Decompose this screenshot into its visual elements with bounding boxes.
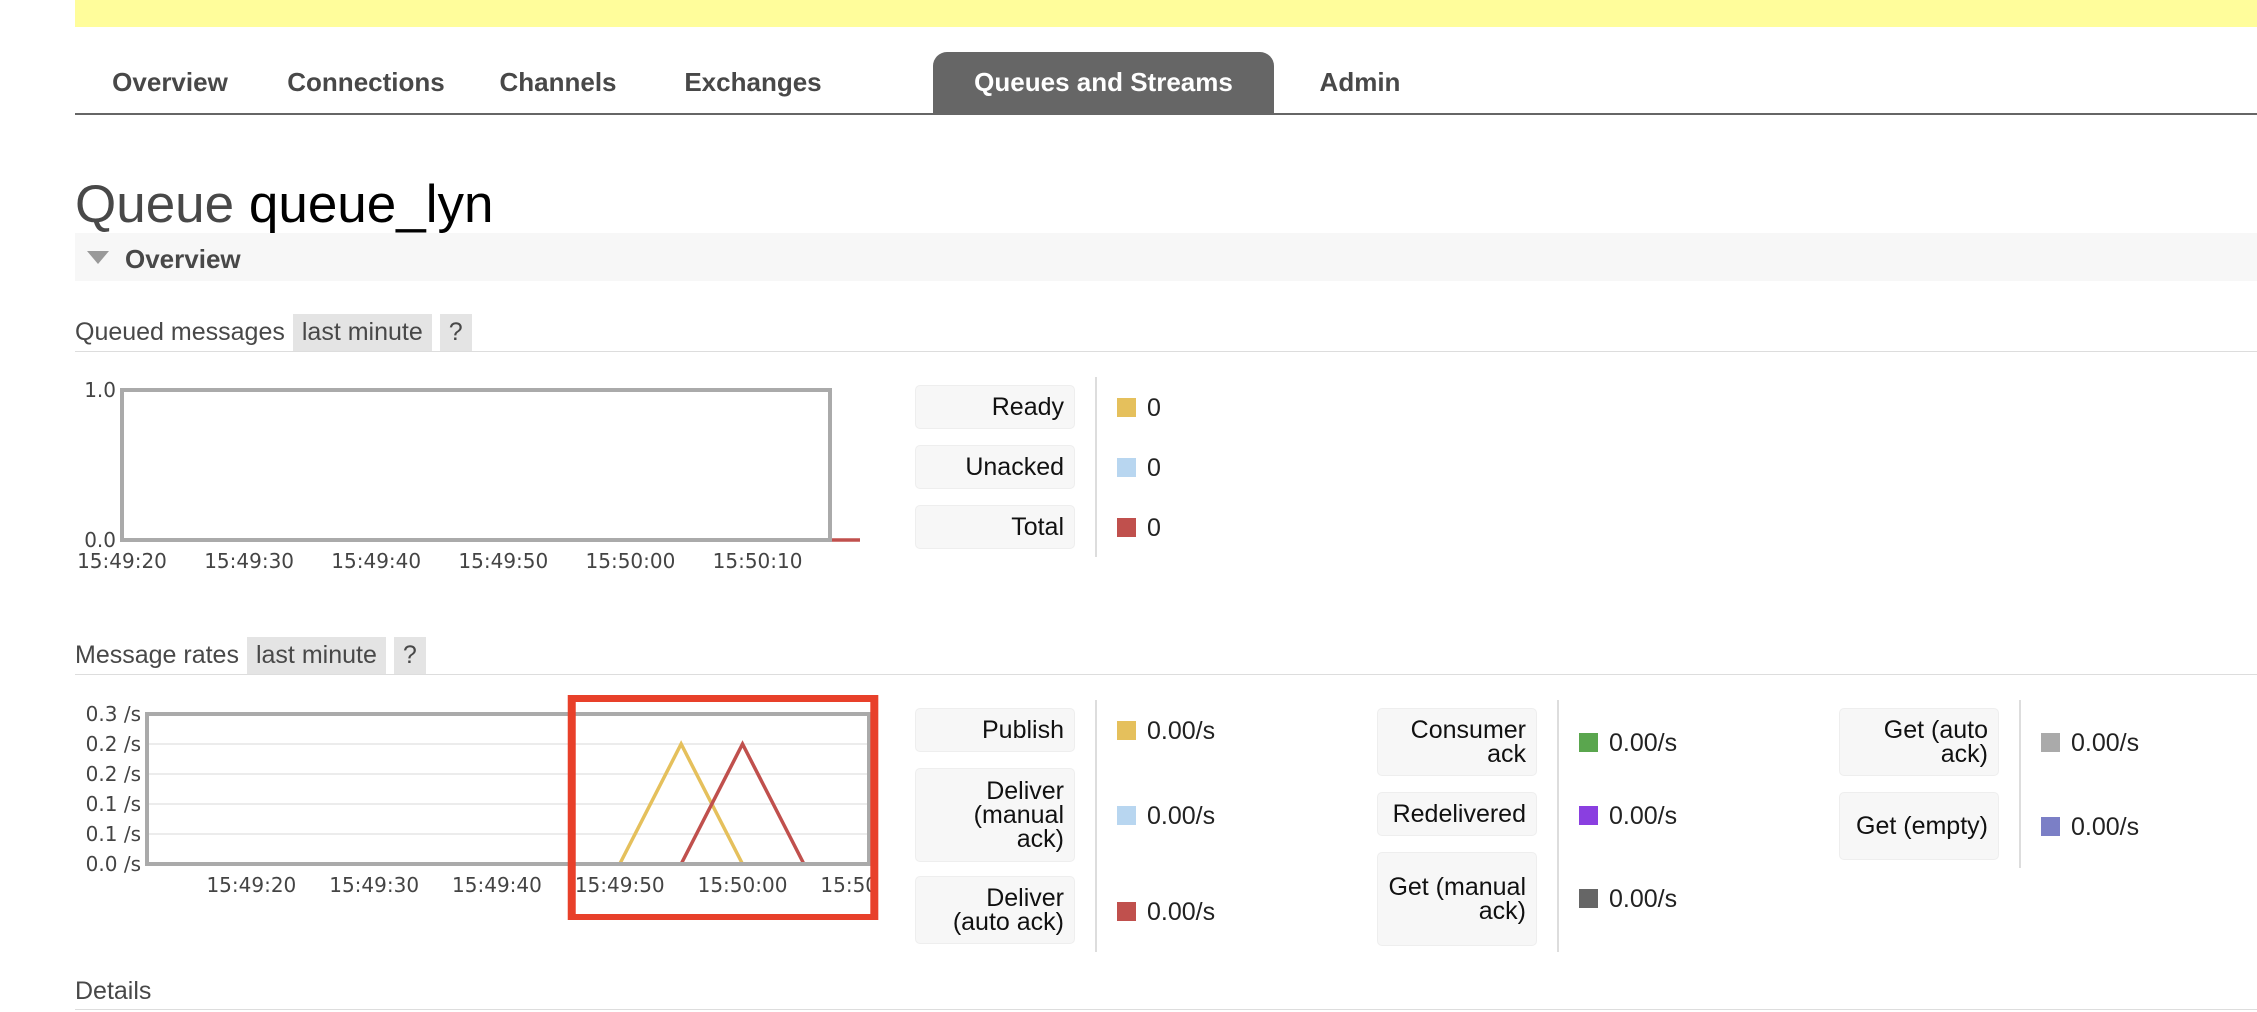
legend-label-get-empty: Get (empty) — [1839, 792, 1999, 860]
page-title-prefix: Queue — [75, 175, 235, 234]
queued-range-selector[interactable]: last minute — [292, 314, 432, 351]
unacked-value: 0 — [1147, 454, 1161, 482]
tab-channels[interactable]: Channels — [467, 52, 649, 113]
publish-color-swatch — [1117, 721, 1136, 740]
legend-label-redelivered: Redelivered — [1377, 792, 1537, 836]
page-title: Queue queue_lyn — [75, 174, 493, 235]
details-section-heading: Details — [75, 977, 152, 1005]
tab-admin[interactable]: Admin — [1284, 52, 1436, 113]
y-tick-label: 0.3 /s — [86, 702, 141, 726]
x-tick-label: 15:49:30 — [204, 549, 294, 573]
deliver-manual-ack-rate-value: 0.00/s — [1147, 802, 1216, 830]
redelivered-rate-value: 0.00/s — [1609, 802, 1678, 830]
queued-legend-divider — [1095, 377, 1097, 557]
consumer-ack-rate-value: 0.00/s — [1609, 729, 1678, 757]
get-auto-ack-color-swatch — [2041, 733, 2060, 752]
queued-messages-heading: Queued messages last minute ? — [75, 314, 472, 351]
redelivered-color-swatch — [1579, 806, 1598, 825]
overview-section-header[interactable] — [75, 233, 2257, 281]
collapse-triangle-icon[interactable] — [87, 251, 109, 264]
x-tick-label: 15:50:00 — [586, 549, 676, 573]
x-tick-label: 15:49:40 — [452, 873, 542, 897]
rates-range-selector[interactable]: last minute — [246, 637, 386, 674]
y-tick-label: 0.0 /s — [86, 852, 141, 876]
legend-label-deliver-manual-ack: Deliver (manual ack) — [915, 768, 1075, 862]
total-color-swatch — [1117, 518, 1136, 537]
queued-messages-title: Queued messages — [75, 318, 285, 346]
x-tick-label: 15:49:20 — [77, 549, 167, 573]
tab-connections[interactable]: Connections — [265, 52, 467, 113]
rates-col1-divider — [1095, 700, 1097, 952]
tab-exchanges[interactable]: Exchanges — [649, 52, 857, 113]
message-rates-chart: 0.3 /s 0.2 /s 0.2 /s 0.1 /s 0.1 /s 0.0 /s 15:4… — [86, 695, 880, 920]
total-value: 0 — [1147, 514, 1161, 542]
get-manual-ack-rate-value: 0.00/s — [1609, 885, 1678, 913]
legend-label-consumer-ack: Consumer ack — [1377, 708, 1537, 776]
x-tick-label: 15:49:50 — [458, 549, 548, 573]
unacked-color-swatch — [1117, 458, 1136, 477]
legend-label-unacked: Unacked — [915, 445, 1075, 489]
y-tick-label: 0.1 /s — [86, 792, 141, 816]
x-tick-label: 15:49:40 — [331, 549, 421, 573]
x-tick-label: 15:49:30 — [329, 873, 419, 897]
x-tick-label: 15:50:00 — [698, 873, 788, 897]
legend-label-publish: Publish — [915, 708, 1075, 752]
x-tick-label: 15:50:10 — [713, 549, 803, 573]
legend-label-deliver-auto-ack: Deliver (auto ack) — [915, 876, 1075, 944]
get-manual-ack-color-swatch — [1579, 889, 1598, 908]
x-tick-label: 15:49:20 — [206, 873, 296, 897]
ready-value: 0 — [1147, 394, 1161, 422]
rates-col3-divider — [2019, 700, 2021, 868]
deliver-auto-ack-color-swatch — [1117, 902, 1136, 921]
get-empty-rate-value: 0.00/s — [2071, 813, 2140, 841]
tab-queues-and-streams[interactable]: Queues and Streams — [933, 52, 1274, 113]
queue-name: queue_lyn — [248, 175, 494, 234]
overview-section-title[interactable]: Overview — [125, 244, 241, 275]
legend-label-ready: Ready — [915, 385, 1075, 429]
deliver-manual-ack-color-swatch — [1117, 806, 1136, 825]
publish-rate-value: 0.00/s — [1147, 717, 1216, 745]
legend-label-get-manual-ack: Get (manual ack) — [1377, 852, 1537, 946]
get-auto-ack-rate-value: 0.00/s — [2071, 729, 2140, 757]
notification-banner — [75, 0, 2257, 27]
x-tick-label: 15:49:50 — [575, 873, 665, 897]
rates-col2-divider — [1557, 700, 1559, 952]
rates-help-button[interactable]: ? — [393, 637, 426, 674]
ready-color-swatch — [1117, 398, 1136, 417]
consumer-ack-color-swatch — [1579, 733, 1598, 752]
queued-help-button[interactable]: ? — [439, 314, 472, 351]
y-tick-label: 0.2 /s — [86, 732, 141, 756]
details-divider — [75, 1009, 2257, 1010]
deliver-auto-ack-rate-value: 0.00/s — [1147, 898, 1216, 926]
get-empty-color-swatch — [2041, 817, 2060, 836]
y-tick-label: 0.1 /s — [86, 822, 141, 846]
plot-frame — [120, 388, 832, 542]
queued-divider — [75, 351, 2257, 352]
tabs-divider — [75, 113, 2257, 115]
message-rates-title: Message rates — [75, 641, 239, 669]
legend-label-total: Total — [915, 505, 1075, 549]
message-rates-heading: Message rates last minute ? — [75, 637, 426, 674]
plot-frame — [145, 712, 871, 866]
tab-overview[interactable]: Overview — [75, 52, 265, 113]
queued-messages-chart: 1.00.015:49:20 15:49:30 15:49:40 15:49:50 15… — [77, 378, 860, 573]
y-tick-label: 0.2 /s — [86, 762, 141, 786]
rates-divider — [75, 674, 2257, 675]
legend-label-get-auto-ack: Get (auto ack) — [1839, 708, 1999, 776]
y-tick-label: 1.0 — [84, 378, 116, 402]
